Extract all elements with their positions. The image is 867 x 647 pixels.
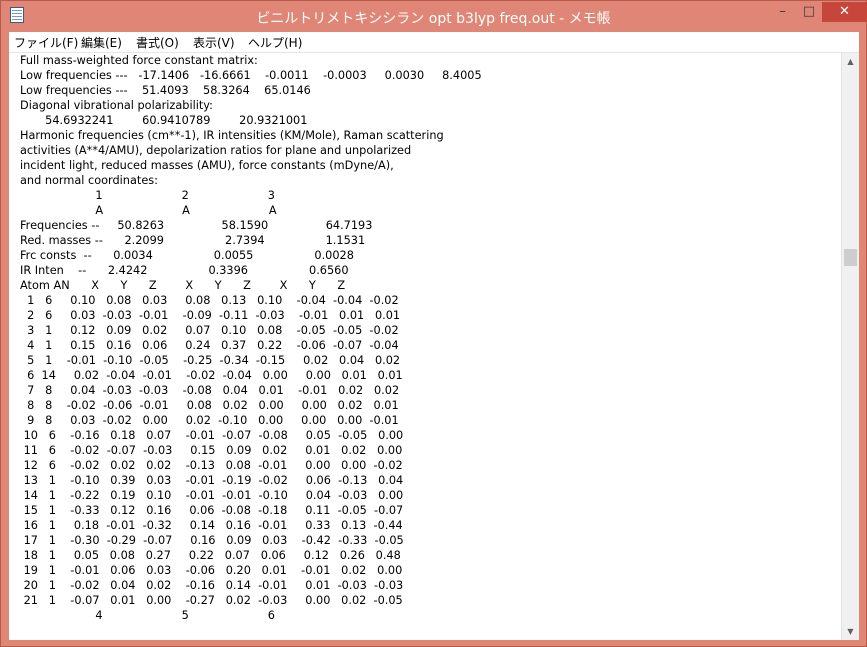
menu-bar: ファイル(F) 編集(E) 書式(O) 表示(V) ヘルプ(H) [9,32,859,53]
text-line: 8 8 -0.02 -0.06 -0.01 0.08 0.02 0.00 0.0… [20,399,399,412]
notepad-window: ビニルトリメトキシシラン opt b3lyp freq.out - メモ帳 – … [0,0,867,647]
menu-view[interactable]: 表示(V) [193,34,235,51]
text-line: 1 6 0.10 0.08 0.03 0.08 0.13 0.10 -0.04 … [20,294,399,307]
window-title: ビニルトリメトキシシラン opt b3lyp freq.out - メモ帳 [256,11,611,27]
text-line: 5 1 -0.01 -0.10 -0.05 -0.25 -0.34 -0.15 … [20,354,401,367]
text-line: 20 1 -0.02 0.04 0.02 -0.16 0.14 -0.01 0.… [20,579,404,592]
text-line: Low frequencies --- -17.1406 -16.6661 -0… [20,69,482,82]
text-line: 13 1 -0.10 0.39 0.03 -0.01 -0.19 -0.02 0… [20,474,404,487]
text-line: 12 6 -0.02 0.02 0.02 -0.13 0.08 -0.01 0.… [20,459,403,472]
text-line: 16 1 0.18 -0.01 -0.32 0.14 0.16 -0.01 0.… [20,519,403,532]
menu-file[interactable]: ファイル(F) [14,34,78,51]
text-line: 17 1 -0.30 -0.29 -0.07 0.16 0.09 0.03 -0… [20,534,404,547]
text-line: 4 5 6 [20,609,275,622]
text-line: 21 1 -0.07 0.01 0.00 -0.27 0.02 -0.03 0.… [20,594,403,607]
scroll-down-arrow-icon[interactable]: ▼ [842,623,859,640]
text-line: Frequencies -- 50.8263 58.1590 64.7193 [20,219,373,232]
text-line: 3 1 0.12 0.09 0.02 0.07 0.10 0.08 -0.05 … [20,324,399,337]
text-line: 15 1 -0.33 0.12 0.16 0.06 -0.08 -0.18 0.… [20,504,404,517]
text-line: 6 14 0.02 -0.04 -0.01 -0.02 -0.04 0.00 0… [20,369,403,382]
text-line: Harmonic frequencies (cm**-1), IR intens… [20,129,444,142]
text-line: Low frequencies --- 51.4093 58.3264 65.0… [20,84,311,97]
text-line: Atom AN X Y Z X Y Z X Y Z [20,279,346,292]
text-line: Full mass-weighted force constant matrix… [20,54,258,67]
minimize-button[interactable]: – [769,2,796,22]
maximize-button[interactable]: □ [796,2,822,22]
menu-format[interactable]: 書式(O) [136,34,179,51]
title-bar[interactable]: ビニルトリメトキシシラン opt b3lyp freq.out - メモ帳 – … [1,1,867,31]
text-line: 54.6932241 60.9410789 20.9321001 [20,114,308,127]
window-bottom-border [1,640,866,646]
text-line: 14 1 -0.22 0.19 0.10 -0.01 -0.01 -0.10 0… [20,489,404,502]
text-line: Red. masses -- 2.2099 2.7394 1.1531 [20,234,366,247]
text-line: 11 6 -0.02 -0.07 -0.03 0.15 0.09 0.02 0.… [20,444,403,457]
text-line: IR Inten -- 2.4242 0.3396 0.6560 [20,264,349,277]
scrollbar-thumb[interactable] [844,249,857,266]
document-text[interactable]: Full mass-weighted force constant matrix… [9,53,841,623]
text-line: 7 8 0.04 -0.03 -0.03 -0.08 0.04 0.01 -0.… [20,384,400,397]
menu-edit[interactable]: 編集(E) [81,34,122,51]
text-editor-area[interactable]: Full mass-weighted force constant matrix… [9,53,841,640]
text-line: 4 1 0.15 0.16 0.06 0.24 0.37 0.22 -0.06 … [20,339,399,352]
text-line: 18 1 0.05 0.08 0.27 0.22 0.07 0.06 0.12 … [20,549,401,562]
text-line: A A A [20,204,277,217]
text-line: 19 1 -0.01 0.06 0.03 -0.06 0.20 0.01 -0.… [20,564,403,577]
vertical-scrollbar[interactable]: ▲ ▼ [841,53,859,640]
text-line: activities (A**4/AMU), depolarization ra… [20,144,412,157]
text-line: Frc consts -- 0.0034 0.0055 0.0028 [20,249,354,262]
close-button[interactable]: ✕ [822,2,867,22]
menu-help[interactable]: ヘルプ(H) [248,34,302,51]
scroll-up-arrow-icon[interactable]: ▲ [842,53,859,70]
text-line: Diagonal vibrational polarizability: [20,99,213,112]
text-line: and normal coordinates: [20,174,158,187]
text-line: incident light, reduced masses (AMU), fo… [20,159,394,172]
text-line: 1 2 3 [20,189,275,202]
text-line: 10 6 -0.16 0.18 0.07 -0.01 -0.07 -0.08 0… [20,429,404,442]
text-line: 9 8 0.03 -0.02 0.00 0.02 -0.10 0.00 0.00… [20,414,399,427]
text-line: 2 6 0.03 -0.03 -0.01 -0.09 -0.11 -0.03 -… [20,309,401,322]
